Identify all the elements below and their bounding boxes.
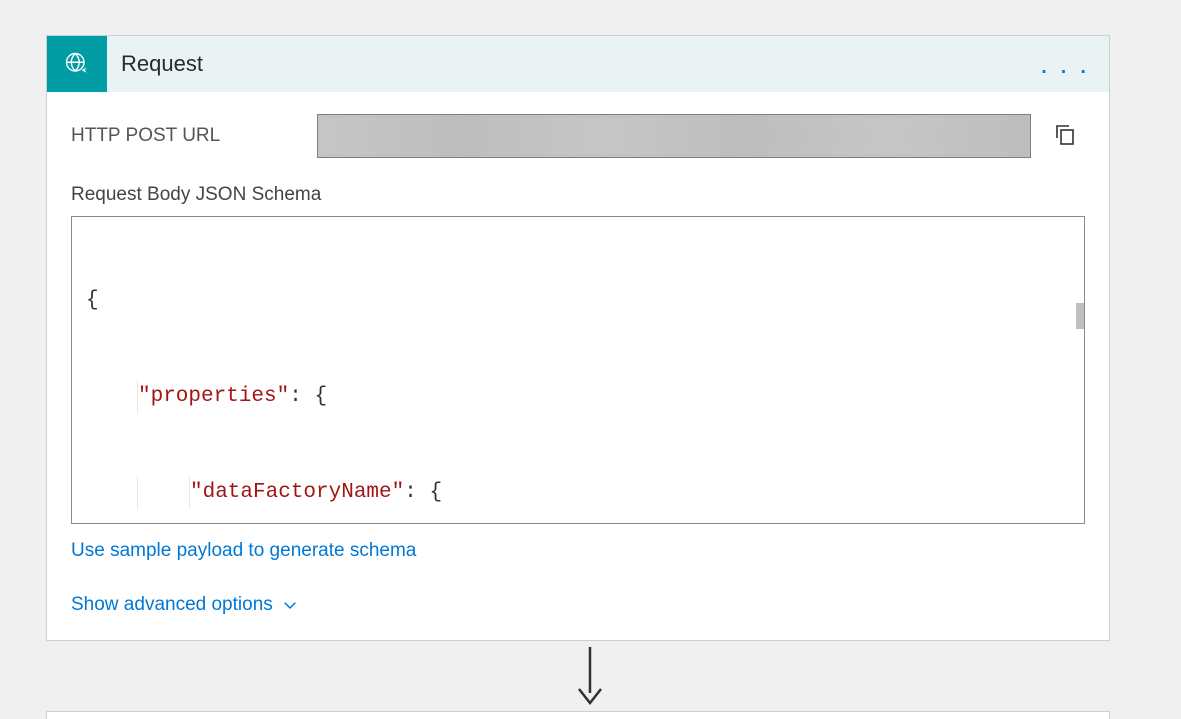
copy-url-button[interactable]	[1045, 114, 1085, 158]
flow-connector-arrow	[573, 647, 607, 705]
next-card-top-edge	[46, 711, 1110, 719]
card-body: HTTP POST URL Request Body JSON Schema {…	[47, 92, 1109, 640]
request-card: Request . . . HTTP POST URL Request Body…	[46, 35, 1110, 641]
http-post-url-label: HTTP POST URL	[71, 125, 317, 147]
card-title: Request	[121, 51, 203, 77]
show-advanced-options-label: Show advanced options	[71, 594, 273, 616]
code-token: : {	[289, 381, 327, 413]
code-token: : {	[404, 477, 442, 509]
request-globe-icon	[47, 36, 107, 92]
http-post-url-field[interactable]	[317, 114, 1031, 158]
card-menu-button[interactable]: . . .	[1040, 36, 1089, 92]
code-token: "properties"	[138, 381, 289, 413]
copy-icon	[1053, 122, 1077, 151]
http-post-url-obscured	[318, 115, 1030, 157]
show-advanced-options-link[interactable]: Show advanced options	[71, 594, 299, 616]
json-schema-code[interactable]: { "properties": { "dataFactoryName": { "…	[72, 217, 1084, 524]
schema-label: Request Body JSON Schema	[71, 184, 1085, 206]
editor-scrollbar[interactable]	[1076, 303, 1085, 329]
http-post-url-row: HTTP POST URL	[71, 114, 1085, 158]
json-schema-editor[interactable]: { "properties": { "dataFactoryName": { "…	[71, 216, 1085, 524]
use-sample-payload-link[interactable]: Use sample payload to generate schema	[71, 540, 416, 562]
code-token: "dataFactoryName"	[190, 477, 404, 509]
chevron-down-icon	[281, 596, 299, 614]
card-header[interactable]: Request . . .	[47, 36, 1109, 92]
code-token: {	[86, 285, 99, 317]
